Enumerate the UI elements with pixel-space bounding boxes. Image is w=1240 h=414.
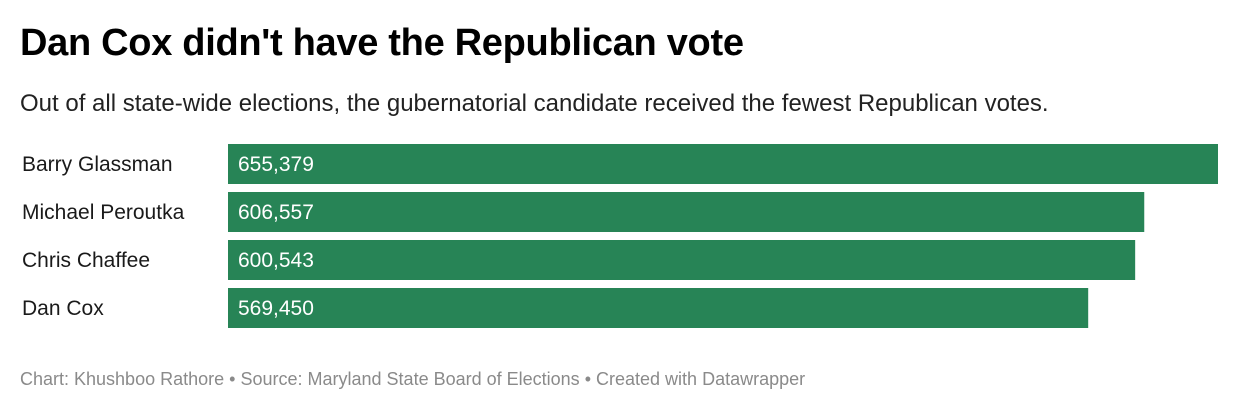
chart-credit: Chart: Khushboo Rathore: [20, 369, 225, 389]
footer-separator: •: [229, 369, 236, 389]
bar-chris-chaffee: [228, 240, 1136, 280]
category-label-chris-chaffee: Chris Chaffee: [22, 249, 150, 272]
value-label-barry-glassman: 655,379: [238, 153, 314, 176]
source-link[interactable]: Source: Maryland State Board of Election…: [240, 369, 579, 389]
bar-chart: Barry Glassman 655,379 Michael Peroutka 606…: [22, 144, 1218, 328]
bar-dan-cox: [228, 288, 1089, 328]
value-label-chris-chaffee: 600,543: [238, 249, 314, 272]
category-label-barry-glassman: Barry Glassman: [22, 153, 173, 176]
datawrapper-link[interactable]: Created with Datawrapper: [596, 369, 805, 389]
bar-michael-peroutka: [228, 192, 1145, 232]
bar-barry-glassman: [228, 144, 1218, 184]
value-label-dan-cox: 569,450: [238, 297, 314, 320]
footer-separator: •: [584, 369, 591, 389]
category-label-dan-cox: Dan Cox: [22, 297, 104, 320]
category-label-michael-peroutka: Michael Peroutka: [22, 201, 185, 224]
chart-footer: Chart: Khushboo Rathore • Source: Maryla…: [20, 369, 805, 390]
value-label-michael-peroutka: 606,557: [238, 201, 314, 224]
